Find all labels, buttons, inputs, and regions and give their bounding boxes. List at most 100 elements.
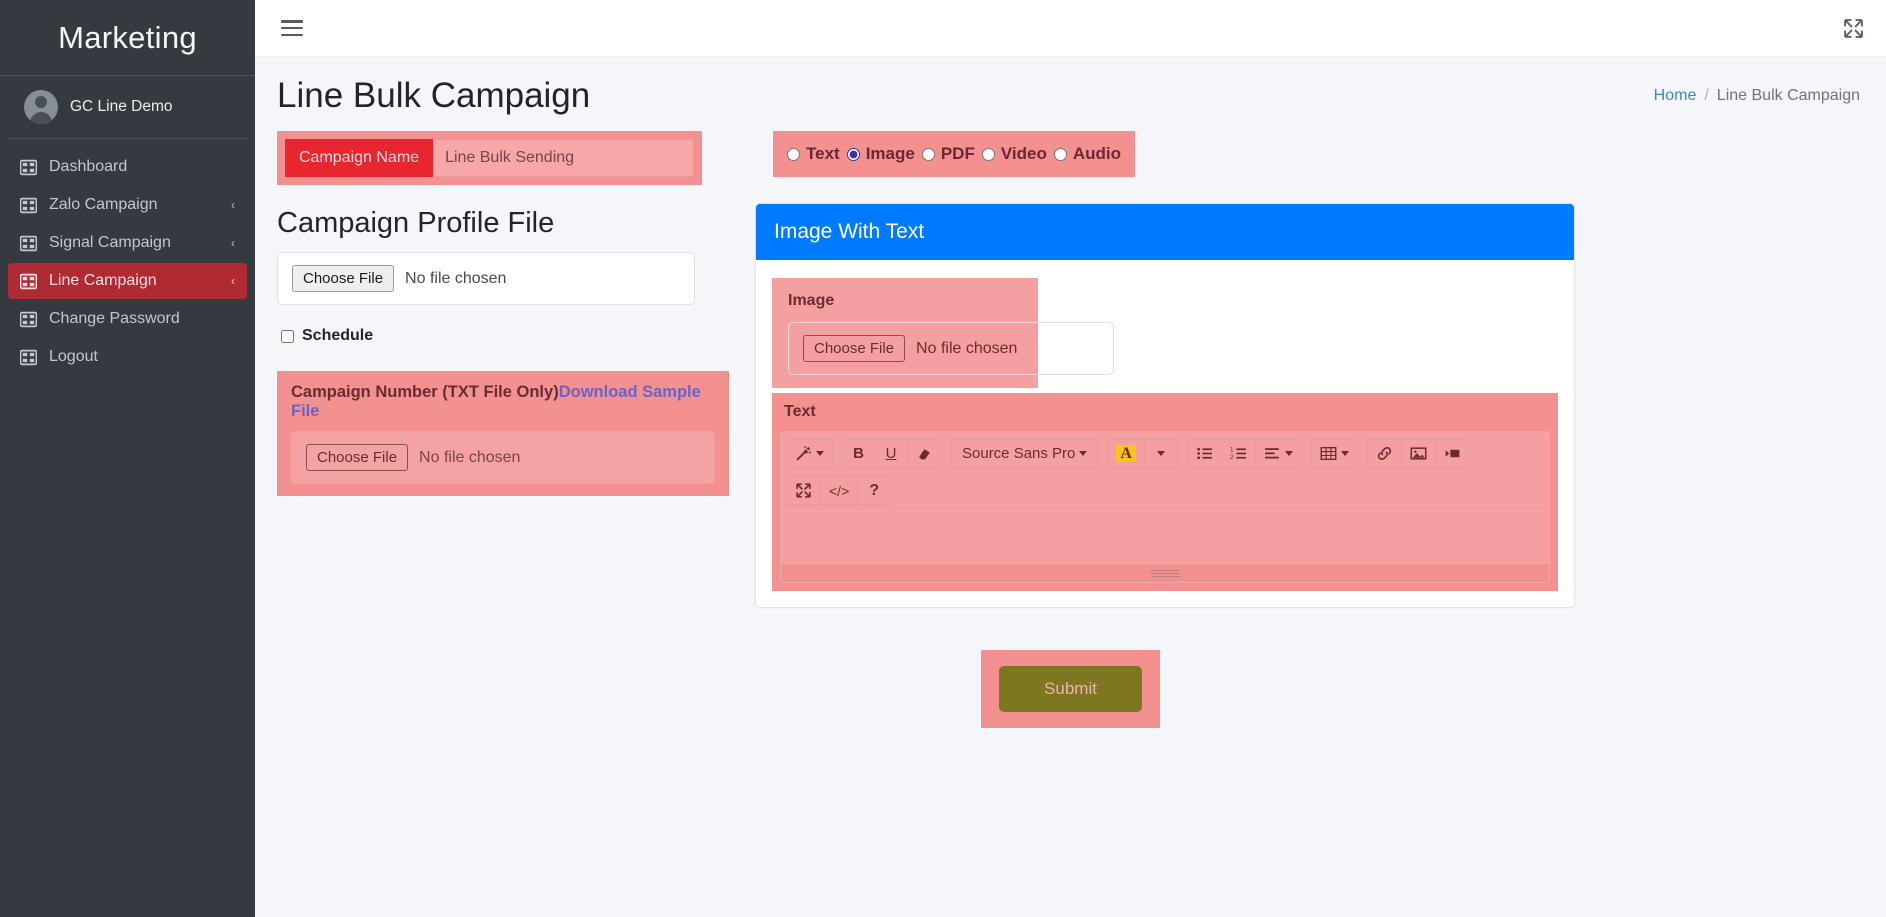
- format-group: B U: [842, 438, 942, 469]
- chevron-down-icon: [816, 451, 824, 456]
- submit-row: Submit: [277, 650, 1864, 728]
- right-column: Text Image PDF Video Audio Image With Te…: [737, 131, 1864, 608]
- radio-input-audio[interactable]: [1053, 147, 1067, 161]
- sidebar-item-label: Logout: [49, 348, 98, 365]
- radio-option-video[interactable]: Video: [981, 144, 1047, 164]
- sidebar-item-label: Signal Campaign: [49, 234, 171, 251]
- image-field: Image Choose File No file chosen: [772, 278, 1558, 388]
- page-title: Line Bulk Campaign: [277, 76, 591, 115]
- unordered-list-icon[interactable]: [1186, 438, 1222, 469]
- video-icon[interactable]: [1435, 438, 1470, 469]
- brand-logo[interactable]: Marketing: [0, 0, 255, 76]
- font-family-dropdown[interactable]: Source Sans Pro: [951, 438, 1099, 469]
- table-grid-icon: [20, 273, 37, 289]
- campaign-number-group: Campaign Number (TXT File Only)Download …: [277, 371, 729, 496]
- toolbar-row-2: </> ?: [786, 475, 1544, 506]
- left-column: Campaign Name Campaign Profile File Choo…: [277, 131, 737, 496]
- profile-choose-file-button[interactable]: Choose File: [292, 265, 395, 292]
- table-glyph: [1320, 446, 1337, 461]
- editor-content-area[interactable]: [781, 512, 1549, 564]
- list-group: 1 2: [1186, 438, 1302, 469]
- link-icon[interactable]: [1366, 438, 1402, 469]
- sidebar-item-signal-campaign[interactable]: Signal Campaign ‹: [8, 225, 247, 261]
- radio-label-audio[interactable]: Audio: [1073, 144, 1121, 164]
- app-root: Marketing GC Line Demo Dashboard Zalo Ca…: [0, 0, 1886, 917]
- chevron-left-icon: ‹: [231, 198, 235, 212]
- font-color-dropdown[interactable]: [1144, 438, 1178, 469]
- radio-input-pdf[interactable]: [921, 147, 935, 161]
- campaign-profile-file-title: Campaign Profile File: [277, 207, 555, 239]
- sidebar-item-label: Change Password: [49, 310, 180, 327]
- schedule-label[interactable]: Schedule: [302, 327, 373, 345]
- submit-button[interactable]: Submit: [999, 666, 1142, 712]
- sidebar-item-zalo-campaign[interactable]: Zalo Campaign ‹: [8, 187, 247, 223]
- bold-icon[interactable]: B: [842, 438, 875, 469]
- link-glyph: [1377, 447, 1392, 460]
- image-file-status: No file chosen: [916, 339, 1018, 357]
- content-header: Line Bulk Campaign Home / Line Bulk Camp…: [255, 57, 1886, 131]
- radio-option-audio[interactable]: Audio: [1053, 144, 1121, 164]
- sidebar-item-line-campaign[interactable]: Line Campaign ‹: [8, 263, 247, 299]
- numbered-list-glyph: 1 2: [1230, 446, 1246, 461]
- image-file-input[interactable]: Choose File No file chosen: [788, 322, 1114, 375]
- font-color-icon[interactable]: A: [1107, 438, 1145, 469]
- table-icon[interactable]: [1310, 438, 1358, 469]
- help-icon[interactable]: ?: [858, 475, 892, 506]
- breadcrumb-separator: /: [1704, 87, 1709, 104]
- code-view-icon[interactable]: </>: [821, 475, 859, 506]
- image-choose-file-button[interactable]: Choose File: [803, 335, 906, 362]
- card-body: Image Choose File No file chosen Text B …: [756, 260, 1574, 607]
- campaign-number-title: Campaign Number (TXT File Only)Download …: [291, 383, 715, 421]
- sidebar-item-change-password[interactable]: Change Password: [8, 301, 247, 337]
- ordered-list-icon[interactable]: 1 2: [1221, 438, 1256, 469]
- schedule-checkbox[interactable]: [281, 329, 294, 343]
- radio-input-video[interactable]: [981, 147, 995, 161]
- radio-label-video[interactable]: Video: [1001, 144, 1047, 164]
- toolbar-row-1: B U Source Sans Pro A 1 2: [786, 438, 1544, 469]
- paragraph-align-icon[interactable]: [1255, 438, 1302, 469]
- user-name: GC Line Demo: [70, 98, 173, 115]
- radio-option-text[interactable]: Text: [787, 144, 840, 164]
- style-group: [786, 438, 833, 469]
- table-group: [1310, 438, 1358, 469]
- campaign-name-input[interactable]: [433, 139, 694, 177]
- radio-label-pdf[interactable]: PDF: [941, 144, 975, 164]
- radio-option-pdf[interactable]: PDF: [921, 144, 975, 164]
- user-avatar-icon: [24, 90, 58, 124]
- breadcrumb-home-link[interactable]: Home: [1654, 87, 1697, 105]
- eraser-remove-format-icon[interactable]: [908, 438, 942, 469]
- radio-label-text[interactable]: Text: [806, 144, 840, 164]
- image-field-label: Image: [788, 292, 835, 309]
- eraser-glyph: [919, 449, 930, 460]
- expand-arrows-icon[interactable]: [1843, 18, 1864, 39]
- main-area: Line Bulk Campaign Home / Line Bulk Camp…: [255, 0, 1886, 917]
- radio-input-image[interactable]: [846, 147, 860, 161]
- user-panel[interactable]: GC Line Demo: [8, 76, 247, 139]
- campaign-name-group: Campaign Name: [277, 131, 702, 185]
- underline-icon[interactable]: U: [875, 438, 908, 469]
- campaign-profile-file-input[interactable]: Choose File No file chosen: [277, 252, 695, 305]
- rich-text-editor: B U Source Sans Pro A 1 2 </> ?: [780, 431, 1550, 583]
- sidebar-nav: Dashboard Zalo Campaign ‹ Signal Campaig…: [0, 139, 255, 377]
- view-group: </> ?: [786, 475, 892, 506]
- media-type-radio-group: Text Image PDF Video Audio: [773, 131, 1135, 177]
- radio-input-text[interactable]: [787, 147, 800, 161]
- radio-label-image[interactable]: Image: [866, 144, 915, 164]
- editor-resize-handle[interactable]: [781, 564, 1549, 582]
- chevron-left-icon: ‹: [231, 236, 235, 250]
- table-grid-icon: [20, 349, 37, 365]
- sidebar-item-logout[interactable]: Logout: [8, 339, 247, 375]
- sidebar-item-dashboard[interactable]: Dashboard: [8, 149, 247, 185]
- picture-icon[interactable]: [1401, 438, 1436, 469]
- insert-group: [1366, 438, 1470, 469]
- svg-text:2: 2: [1230, 454, 1234, 461]
- hamburger-menu-icon[interactable]: [281, 20, 303, 36]
- fullscreen-icon[interactable]: [786, 475, 821, 506]
- radio-option-image[interactable]: Image: [846, 144, 915, 164]
- schedule-checkbox-row[interactable]: Schedule: [281, 327, 737, 345]
- submit-highlight: Submit: [981, 650, 1160, 728]
- magic-wand-style-icon[interactable]: [786, 438, 833, 469]
- campaign-number-choose-file-button[interactable]: Choose File: [306, 444, 409, 471]
- campaign-number-file-input[interactable]: Choose File No file chosen: [291, 431, 715, 484]
- campaign-name-label: Campaign Name: [285, 139, 434, 177]
